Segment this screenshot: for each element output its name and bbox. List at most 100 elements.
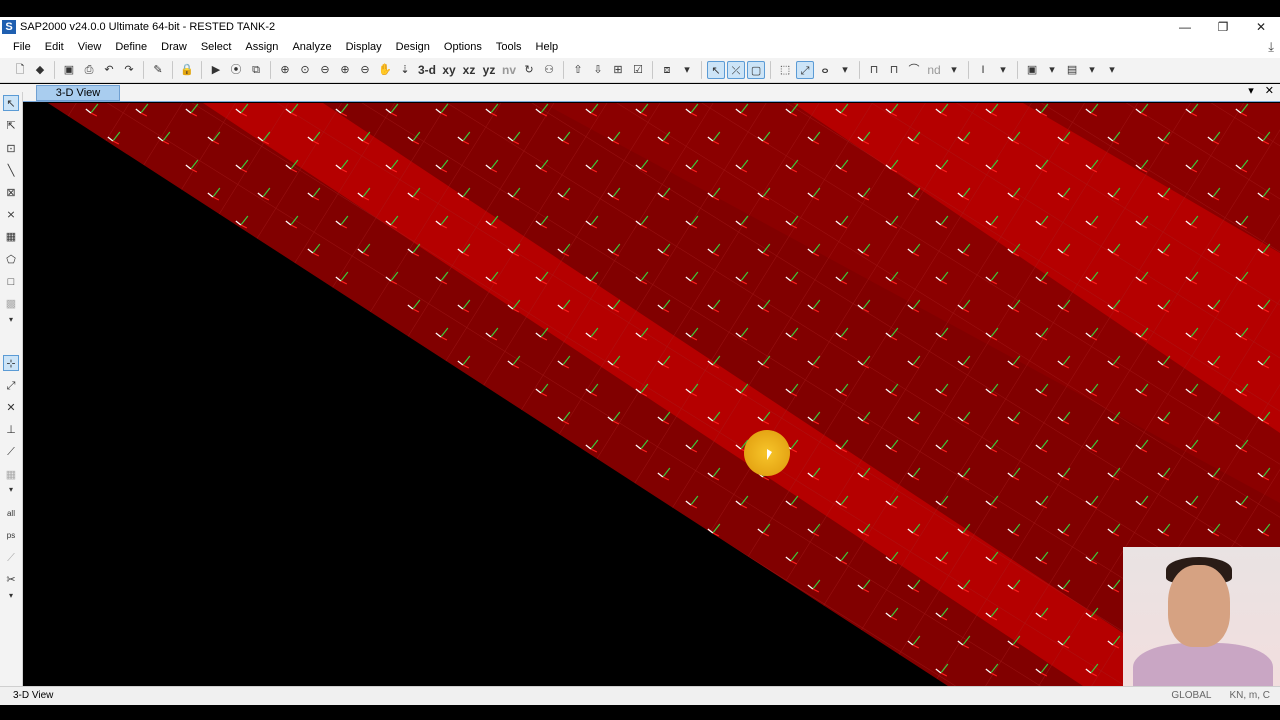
snap-grid-icon[interactable]: ▦ xyxy=(3,467,19,483)
menu-draw[interactable]: Draw xyxy=(154,37,194,58)
shell-icon[interactable]: ▣ xyxy=(1023,61,1041,79)
section-dropdown-icon[interactable]: ▾ xyxy=(994,61,1012,79)
redo-icon[interactable]: ↷ xyxy=(120,61,138,79)
tab-close-icon[interactable]: ✕ xyxy=(1265,85,1274,97)
dropdown-chevron-icon[interactable]: ▾ xyxy=(678,61,696,79)
section-icon[interactable]: I xyxy=(974,61,992,79)
set-display-icon[interactable]: ⊞ xyxy=(609,61,627,79)
quick-select-icon[interactable]: ⬚ xyxy=(776,61,794,79)
pan-icon[interactable]: ✋ xyxy=(376,61,394,79)
menu-assign[interactable]: Assign xyxy=(238,37,285,58)
menu-file[interactable]: File xyxy=(6,37,38,58)
tank-shell-model[interactable] xyxy=(23,103,1280,686)
snap-intersect-icon[interactable]: ✕ xyxy=(3,400,19,416)
draw-poly-area-icon[interactable]: ⬠ xyxy=(3,252,19,268)
download-icon[interactable]: ⤓ xyxy=(1268,39,1274,55)
close-button[interactable]: ✕ xyxy=(1242,17,1280,37)
menu-design[interactable]: Design xyxy=(389,37,437,58)
clear-display-icon[interactable]: ✂ xyxy=(3,572,19,588)
select-pointer-icon[interactable]: ↖ xyxy=(707,61,726,79)
previous-select-icon[interactable]: ps xyxy=(3,528,19,544)
save-icon[interactable]: ▣ xyxy=(60,61,78,79)
move-down-icon[interactable]: ⇩ xyxy=(589,61,607,79)
open-icon[interactable]: ◆ xyxy=(31,61,49,79)
view-3d-button[interactable]: 3-d xyxy=(416,61,438,79)
select-window-icon[interactable]: ▢ xyxy=(747,61,766,79)
menu-view[interactable]: View xyxy=(71,37,109,58)
zoom-window-icon[interactable]: ⊕ xyxy=(276,61,294,79)
model-3d-viewport[interactable] xyxy=(23,103,1280,686)
quick-area-icon[interactable]: ▩ xyxy=(3,296,19,312)
snap-lines-icon[interactable]: ⟋ xyxy=(3,444,19,460)
check-icon[interactable]: ☑ xyxy=(629,61,647,79)
view-xz-button[interactable]: xz xyxy=(460,61,478,79)
left-dropdown-2-icon[interactable]: ▾ xyxy=(3,482,19,498)
zoom-restore-icon[interactable]: ⊙ xyxy=(296,61,314,79)
perspective-icon[interactable]: ⚇ xyxy=(540,61,558,79)
draw-frame-icon[interactable]: ╲ xyxy=(3,163,19,179)
zoom-in-icon[interactable]: ⊕ xyxy=(336,61,354,79)
menu-edit[interactable]: Edit xyxy=(38,37,71,58)
menu-define[interactable]: Define xyxy=(108,37,154,58)
draw-joint-icon[interactable]: ⊡ xyxy=(3,141,19,157)
menu-options[interactable]: Options xyxy=(437,37,489,58)
rotate-3d-icon[interactable]: ↻ xyxy=(520,61,538,79)
reshape-tool-icon[interactable]: ⇱ xyxy=(3,118,19,134)
run-analysis-icon[interactable]: ▶ xyxy=(207,61,225,79)
move-up-icon[interactable]: ⇧ xyxy=(569,61,587,79)
run-now-icon[interactable]: ⦿ xyxy=(227,61,245,79)
toolbar-separator xyxy=(859,61,861,79)
select-all-left-icon[interactable]: all xyxy=(3,506,19,522)
snap-points-icon[interactable]: ⊹ xyxy=(3,355,19,371)
menu-select[interactable]: Select xyxy=(194,37,239,58)
pointer-toggle-icon[interactable]: ⇣ xyxy=(396,61,414,79)
units-select[interactable]: KN, m, C xyxy=(1225,689,1274,702)
view-nv-button[interactable]: nv xyxy=(500,61,518,79)
left-dropdown-icon[interactable]: ▾ xyxy=(3,312,19,328)
status-bar: 3-D View GLOBAL KN, m, C xyxy=(0,686,1280,705)
lock-icon[interactable]: 🔒 xyxy=(178,61,196,79)
menu-tools[interactable]: Tools xyxy=(489,37,529,58)
secondary-beam-icon[interactable]: ▦ xyxy=(3,229,19,245)
left-dropdown-3-icon[interactable]: ▾ xyxy=(3,588,19,604)
brace-icon[interactable]: ⨯ xyxy=(3,207,19,223)
zoom-previous-icon[interactable]: ⊖ xyxy=(316,61,334,79)
clear-select-icon[interactable]: ⟋ xyxy=(3,550,19,566)
draw-poly-icon[interactable]: ⤢ xyxy=(796,61,815,79)
menu-analyze[interactable]: Analyze xyxy=(285,37,338,58)
draw-rect-area-icon[interactable]: □ xyxy=(3,274,19,290)
select-all-icon[interactable]: ⴰ xyxy=(816,61,834,79)
quick-frame-icon[interactable]: ⊠ xyxy=(3,185,19,201)
restore-button[interactable]: ❐ xyxy=(1204,17,1242,37)
view-xy-button[interactable]: xy xyxy=(440,61,458,79)
nd-dropdown-icon[interactable]: ▾ xyxy=(945,61,963,79)
table-dropdown-icon[interactable]: ▾ xyxy=(1083,61,1101,79)
zoom-out-icon[interactable]: ⊖ xyxy=(356,61,374,79)
assign-icon[interactable]: ⧈ xyxy=(658,61,676,79)
frame-curve-icon[interactable]: ⌒ xyxy=(905,61,923,79)
refresh-pencil-icon[interactable]: ✎ xyxy=(149,61,167,79)
snap-perpendicular-icon[interactable]: ⊥ xyxy=(3,422,19,438)
window-title: SAP2000 v24.0.0 Ultimate 64-bit - RESTED… xyxy=(20,21,276,33)
tab-list-chevron-icon[interactable]: ▾ xyxy=(1248,85,1254,97)
shell-dropdown-icon[interactable]: ▾ xyxy=(1043,61,1061,79)
menu-help[interactable]: Help xyxy=(529,37,566,58)
coord-system-select[interactable]: GLOBAL xyxy=(1167,689,1215,702)
new-model-icon[interactable]: 🗋 xyxy=(11,61,29,79)
pointer-tool-icon[interactable]: ↖ xyxy=(3,95,19,111)
select-intersect-icon[interactable]: ⤫ xyxy=(727,61,746,79)
minimize-button[interactable]: — xyxy=(1166,17,1204,37)
select-dropdown-icon[interactable]: ▾ xyxy=(836,61,854,79)
lock-model-icon[interactable]: ⧉ xyxy=(247,61,265,79)
frame-icon[interactable]: ⊓ xyxy=(865,61,883,79)
label-nd[interactable]: nd xyxy=(925,61,943,79)
tab-3d-view[interactable]: 3-D View xyxy=(36,85,120,101)
more-dropdown-icon[interactable]: ▾ xyxy=(1103,61,1121,79)
table-icon[interactable]: ▤ xyxy=(1063,61,1081,79)
frame-multi-icon[interactable]: ⊓ xyxy=(885,61,903,79)
menu-display[interactable]: Display xyxy=(339,37,389,58)
undo-icon[interactable]: ↶ xyxy=(100,61,118,79)
snap-ends-icon[interactable]: ⤢ xyxy=(3,378,19,394)
view-yz-button[interactable]: yz xyxy=(480,61,498,79)
print-icon[interactable]: ⎙ xyxy=(80,61,98,79)
